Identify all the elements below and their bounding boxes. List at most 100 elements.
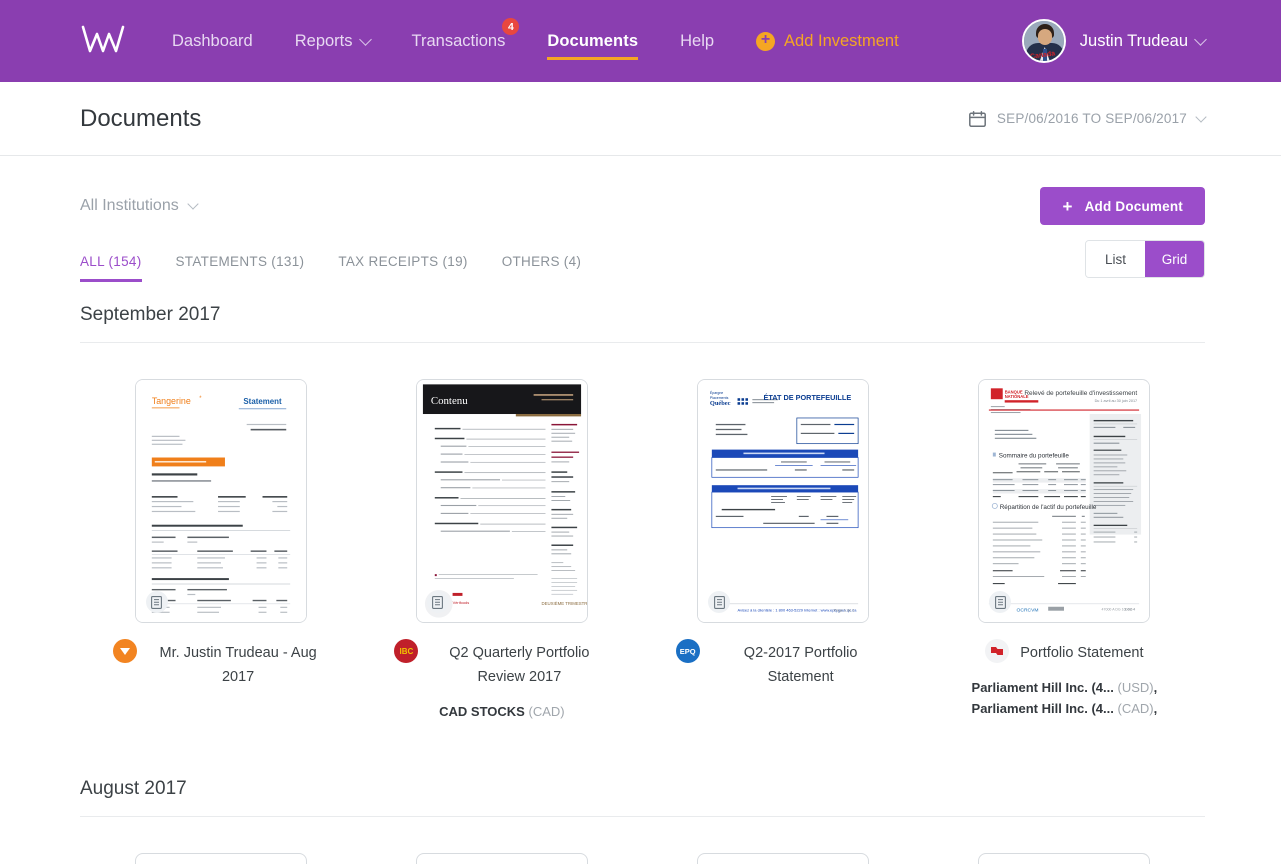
document-thumbnail[interactable] bbox=[134, 853, 307, 864]
svg-text:Contenu: Contenu bbox=[431, 395, 468, 407]
svg-text:DEUXIÈME TRIMESTRE 2017: DEUXIÈME TRIMESTRE 2017 bbox=[541, 601, 586, 606]
tab-statements-label: STATEMENTS (131) bbox=[175, 254, 305, 269]
institution-code: IBC bbox=[399, 646, 414, 656]
tab-statements[interactable]: STATEMENTS (131) bbox=[176, 254, 305, 282]
view-mode-grid-button[interactable]: Grid bbox=[1145, 241, 1204, 277]
nav-item-reports[interactable]: Reports bbox=[294, 0, 372, 82]
page-header: Documents SEP/06/2016 TO SEP/06/2017 bbox=[0, 82, 1281, 156]
avatar: Canada bbox=[1021, 19, 1066, 63]
document-card: BANQUE NATIONALE Relevé de portefeuille … bbox=[924, 379, 1205, 722]
documents-grid-september: Tangerine * Statement Mr. Justin Trudeau… bbox=[80, 343, 1205, 722]
institution-icon-ibc: IBC bbox=[394, 639, 419, 663]
document-card bbox=[80, 853, 361, 864]
transactions-count-badge: 4 bbox=[502, 18, 520, 35]
nav-links: Dashboard Reports Transactions 4 Documen… bbox=[172, 0, 899, 82]
document-type-tabs: ALL (154) STATEMENTS (131) TAX RECEIPTS … bbox=[0, 226, 1281, 282]
nav-label-reports: Reports bbox=[294, 31, 353, 50]
month-heading-september: September 2017 bbox=[80, 282, 1205, 343]
document-thumbnail[interactable] bbox=[697, 853, 870, 864]
date-range-selector[interactable]: SEP/06/2016 TO SEP/06/2017 bbox=[968, 110, 1207, 127]
nav-label-help: Help bbox=[680, 31, 715, 50]
svg-text:Épargne: Épargne bbox=[710, 390, 723, 395]
svg-text:Tangerine: Tangerine bbox=[151, 396, 190, 406]
account-separator: , bbox=[1153, 680, 1158, 695]
document-card: Épargne Placements Québec ÉTAT DE PORTEF… bbox=[643, 379, 924, 722]
page-title: Documents bbox=[80, 104, 202, 132]
institution-code: EPQ bbox=[679, 646, 696, 656]
svg-text:Vérifoods: Vérifoods bbox=[452, 600, 469, 605]
view-mode-list-button[interactable]: List bbox=[1086, 241, 1145, 277]
plus-icon: + bbox=[1062, 196, 1073, 216]
documents-content: September 2017 Tangerine * Statement Mr.… bbox=[0, 282, 1281, 864]
document-accounts: CAD STOCKS (CAD) bbox=[361, 701, 642, 722]
document-title[interactable]: Q2-2017 Portfolio Statement bbox=[711, 641, 891, 689]
document-card: Contenu Vérifoods DEUXIÈME TRIMEST IBC Q… bbox=[361, 379, 642, 722]
document-thumbnail[interactable]: BANQUE NATIONALE Relevé de portefeuille … bbox=[978, 379, 1151, 623]
account-currency: (USD) bbox=[1117, 680, 1154, 695]
nav-label-dashboard: Dashboard bbox=[172, 31, 253, 50]
institution-icon-nbc bbox=[985, 639, 1010, 663]
month-heading-august: August 2017 bbox=[80, 756, 1205, 817]
chevron-down-icon bbox=[187, 198, 199, 210]
document-title[interactable]: Q2 Quarterly Portfolio Review 2017 bbox=[429, 641, 609, 689]
document-title[interactable]: Portfolio Statement bbox=[1020, 641, 1143, 665]
document-caption: IBC Q2 Quarterly Portfolio Review 2017 bbox=[361, 639, 642, 689]
tab-others[interactable]: OTHERS (4) bbox=[502, 254, 582, 282]
document-caption: EPQ Q2-2017 Portfolio Statement bbox=[643, 639, 924, 689]
document-card bbox=[361, 853, 642, 864]
add-document-label: Add Document bbox=[1084, 198, 1183, 214]
document-title[interactable]: Mr. Justin Trudeau - Aug 2017 bbox=[148, 641, 328, 689]
document-accounts: Parliament Hill Inc. (4... (USD), Parlia… bbox=[924, 677, 1205, 719]
tab-tax-receipts[interactable]: TAX RECEIPTS (19) bbox=[338, 254, 467, 282]
nav-item-help[interactable]: Help bbox=[680, 0, 714, 82]
institution-icon-epq: EPQ bbox=[675, 639, 700, 663]
svg-text:Québec: Québec bbox=[710, 400, 731, 407]
svg-text:Répartition de l'actif du port: Répartition de l'actif du portefeuille bbox=[1000, 504, 1097, 511]
account-currency: (CAD) bbox=[528, 704, 565, 719]
wealthica-crown-logo[interactable] bbox=[80, 21, 126, 61]
nav-item-dashboard[interactable]: Dashboard bbox=[172, 0, 253, 82]
account-name: Parliament Hill Inc. (4... bbox=[971, 701, 1114, 716]
tab-all[interactable]: ALL (154) bbox=[80, 254, 142, 282]
add-investment-label: Add Investment bbox=[784, 31, 899, 50]
account-currency: (CAD) bbox=[1117, 701, 1154, 716]
document-list-icon bbox=[708, 591, 731, 613]
institution-icon-tangerine bbox=[113, 639, 138, 663]
tab-others-label: OTHERS (4) bbox=[501, 254, 582, 269]
account-separator: , bbox=[1153, 701, 1158, 716]
document-card bbox=[924, 853, 1205, 864]
view-mode-toggle: List Grid bbox=[1085, 240, 1205, 278]
nav-item-transactions[interactable]: Transactions 4 bbox=[411, 0, 520, 82]
nav-item-documents[interactable]: Documents bbox=[547, 0, 638, 82]
document-thumbnail[interactable] bbox=[415, 853, 588, 864]
document-thumbnail[interactable]: Contenu Vérifoods DEUXIÈME TRIMEST bbox=[415, 379, 588, 623]
document-thumbnail[interactable]: Tangerine * Statement bbox=[134, 379, 307, 623]
document-card bbox=[643, 853, 924, 864]
document-card: Tangerine * Statement Mr. Justin Trudeau… bbox=[80, 379, 361, 722]
svg-text:Du 1 avril au 30 juin 2017: Du 1 avril au 30 juin 2017 bbox=[1095, 399, 1138, 403]
svg-text:1 de 4: 1 de 4 bbox=[1125, 607, 1137, 612]
chevron-down-icon bbox=[1194, 32, 1207, 46]
document-caption: Mr. Justin Trudeau - Aug 2017 bbox=[80, 639, 361, 689]
documents-grid-august bbox=[80, 817, 1205, 864]
document-thumbnail[interactable]: Épargne Placements Québec ÉTAT DE PORTEF… bbox=[697, 379, 870, 623]
document-list-icon bbox=[426, 591, 449, 613]
filter-row: All Institutions + Add Document bbox=[0, 156, 1281, 226]
institutions-filter[interactable]: All Institutions bbox=[80, 197, 199, 215]
account-name: CAD STOCKS bbox=[439, 704, 525, 719]
add-document-button[interactable]: + Add Document bbox=[1040, 187, 1205, 225]
account-row: Parliament Hill Inc. (4... (CAD), bbox=[924, 698, 1205, 719]
tab-all-label: ALL (154) bbox=[80, 254, 142, 269]
calendar-icon bbox=[968, 110, 986, 127]
top-navigation-bar: Dashboard Reports Transactions 4 Documen… bbox=[0, 0, 1281, 82]
nav-label-transactions: Transactions bbox=[411, 31, 506, 50]
add-investment-button[interactable]: + Add Investment bbox=[756, 0, 899, 82]
chevron-down-icon bbox=[1195, 110, 1207, 123]
date-range-label: SEP/06/2016 TO SEP/06/2017 bbox=[996, 111, 1187, 126]
svg-text:ÉTAT DE PORTEFEUILLE: ÉTAT DE PORTEFEUILLE bbox=[764, 393, 852, 402]
svg-text:OCRCVM: OCRCVM bbox=[1017, 608, 1039, 614]
document-thumbnail[interactable] bbox=[978, 853, 1151, 864]
user-menu[interactable]: Canada Justin Trudeau bbox=[1021, 19, 1207, 63]
nav-label-documents: Documents bbox=[547, 31, 639, 50]
svg-text:Relevé de portefeuille d'inves: Relevé de portefeuille d'investissement bbox=[1025, 390, 1138, 397]
